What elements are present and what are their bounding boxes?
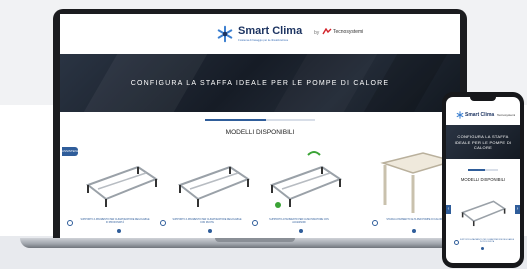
assistance-side-tab[interactable]: ASSISTENZA: [62, 147, 81, 156]
wizard-progress-fill: [205, 119, 266, 121]
model-name-4[interactable]: STAFFA A PAVIMENTO ALTA PER POMPE DI CAL…: [380, 219, 450, 222]
model-name-1[interactable]: SUPPORTO A PAVIMENTO PER CLIMATIZZATORE …: [80, 219, 150, 225]
phone-screen: Smart Clima Tecnosystemi CONFIGURA LA ST…: [446, 97, 520, 263]
model-selected-dot-1: [117, 229, 121, 233]
brand-name[interactable]: Smart Clima: [238, 25, 302, 37]
laptop-hinge-notch: [215, 238, 295, 242]
mobile-progress-fill: [468, 169, 485, 171]
model-radio-4[interactable]: [372, 220, 378, 226]
partner-name: Tecnosystemi: [333, 29, 364, 35]
chevron-right-icon[interactable]: ›: [515, 205, 520, 214]
model-name-2[interactable]: SUPPORTO A PAVIMENTO PER CLIMATIZZATORE …: [172, 219, 242, 225]
brand-tagline: Il sistema di fissaggio per la climatizz…: [238, 39, 289, 42]
models-section-title: MODELLI DISPONIBILI: [225, 129, 295, 136]
mobile-models-title: MODELLI DISPONIBILI: [460, 177, 506, 182]
mobile-hero-banner: CONFIGURA LA STAFFA IDEALE PER LE POMPE …: [446, 125, 520, 159]
model-radio-1[interactable]: [67, 220, 73, 226]
hero-banner: CONFIGURA LA STAFFA IDEALE PER LE POMPE …: [60, 54, 460, 112]
model-image-3[interactable]: [264, 147, 346, 215]
phone-notch: [470, 97, 496, 101]
model-radio-3[interactable]: [252, 220, 258, 226]
snowflake-logo-icon[interactable]: [216, 25, 234, 43]
mobile-model-name[interactable]: SUPPORTO A PAVIMENTO PER CLIMATIZZATORE …: [459, 239, 515, 244]
mobile-partner-name: Tecnosystemi: [497, 113, 516, 117]
model-radio-2[interactable]: [160, 220, 166, 226]
laptop-screen: Smart Clima Il sistema di fissaggio per …: [60, 14, 460, 238]
model-image-2[interactable]: [172, 147, 254, 215]
mobile-hero-title: CONFIGURA LA STAFFA IDEALE PER LE POMPE …: [454, 134, 512, 150]
chevron-left-icon[interactable]: ‹: [446, 205, 451, 214]
model-selected-dot-3: [299, 229, 303, 233]
model-selected-dot-2: [208, 229, 212, 233]
mobile-brand-name[interactable]: Smart Clima: [465, 112, 494, 118]
site-header: Smart Clima Il sistema di fissaggio per …: [60, 14, 460, 54]
by-label: by: [314, 30, 320, 36]
hero-title: CONFIGURA LA STAFFA IDEALE PER LE POMPE …: [130, 80, 390, 87]
mobile-progress-bar: [468, 169, 498, 171]
model-name-3[interactable]: SUPPORTO A PAVIMENTO PER CLIMATIZZATORE …: [264, 219, 334, 225]
mobile-model-image[interactable]: [457, 189, 509, 231]
model-selected-dot-4: [412, 229, 416, 233]
mobile-model-selected-dot: [481, 247, 484, 250]
tecnosystemi-logo-icon: [322, 28, 332, 35]
model-image-1[interactable]: [80, 147, 162, 215]
snowflake-logo-icon[interactable]: [456, 111, 464, 119]
wizard-progress-bar: [205, 119, 315, 121]
